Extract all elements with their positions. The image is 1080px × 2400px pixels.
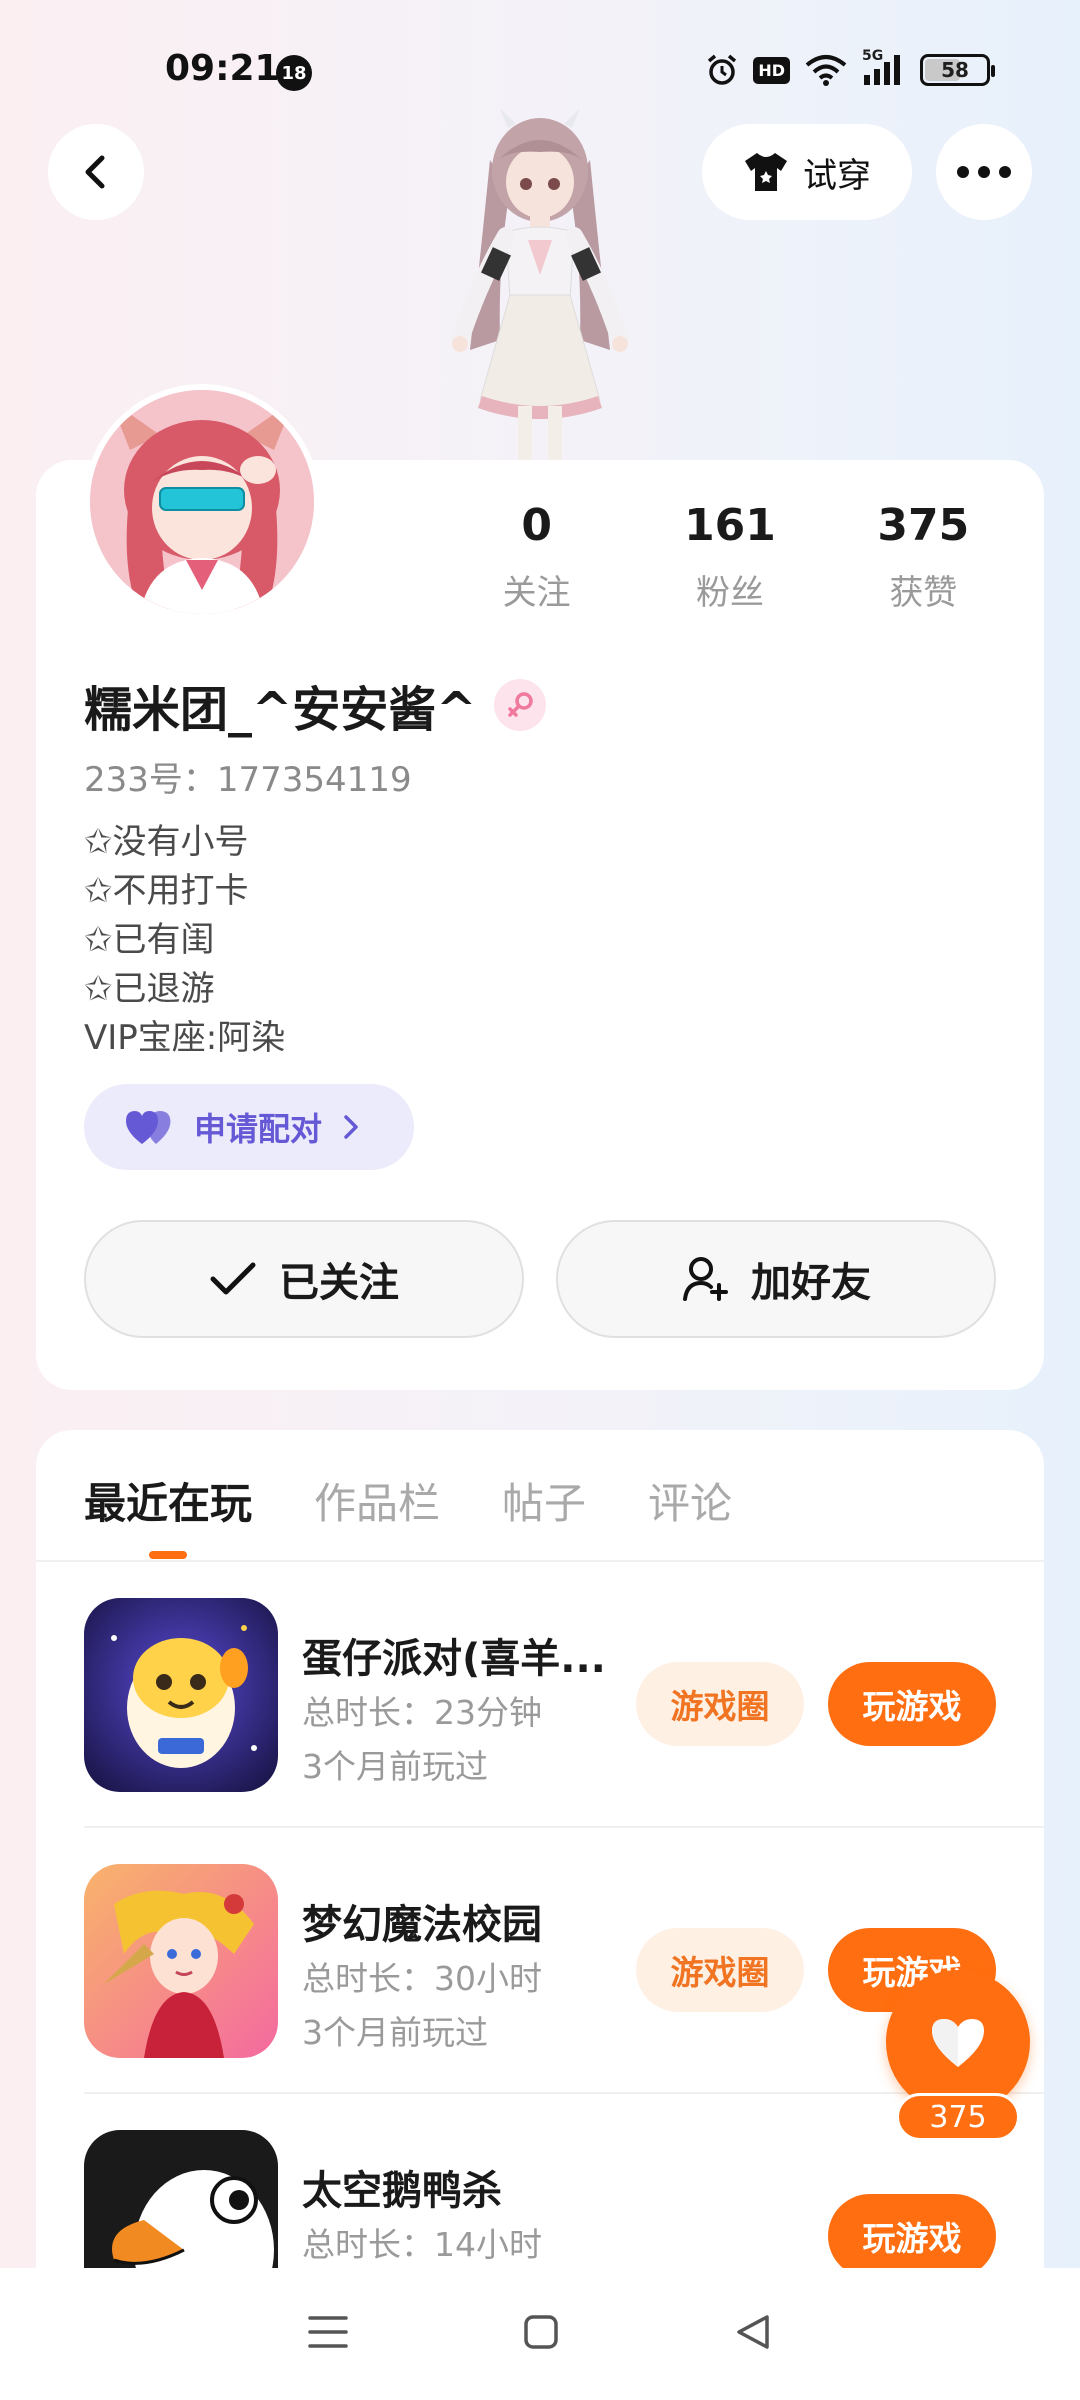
nickname: 糯米团_^安安酱^ xyxy=(84,682,477,738)
profile-stats: 0 关注 161 粉丝 375 获赞 xyxy=(440,500,1020,614)
stat-number: 0 xyxy=(521,500,552,551)
bio-line: ✩没有小号 xyxy=(84,822,249,862)
stat-following[interactable]: 0 关注 xyxy=(440,500,633,614)
double-heart-icon xyxy=(126,1111,171,1144)
stat-number: 161 xyxy=(684,500,776,551)
tab-label: 作品栏 xyxy=(314,1479,441,1528)
game-list-item[interactable]: 蛋仔派对(喜羊... 总时长：23分钟 3个月前玩过 游戏圈 玩游戏 xyxy=(84,1562,1044,1828)
status-icons: HD 5G 58 xyxy=(705,48,995,88)
game-circle-button[interactable]: 游戏圈 xyxy=(636,1662,804,1746)
tab-label: 帖子 xyxy=(502,1479,587,1528)
hd-icon: HD xyxy=(753,52,790,88)
bio-line: VIP宝座:阿染 xyxy=(84,1018,286,1058)
avatar[interactable] xyxy=(84,384,320,620)
status-time: 09:21 xyxy=(165,48,280,89)
female-gender-icon xyxy=(494,679,547,731)
add-friend-label: 加好友 xyxy=(751,1260,871,1306)
bio-line: ✩已退游 xyxy=(84,969,215,1009)
try-on-label: 试穿 xyxy=(803,155,871,196)
alarm-icon xyxy=(705,52,739,88)
chevron-left-icon xyxy=(85,155,105,189)
tshirt-icon xyxy=(745,153,787,191)
apply-pair-label: 申请配对 xyxy=(194,1110,323,1148)
try-on-button[interactable]: 试穿 xyxy=(702,124,912,220)
user-id: 233号：177354119 xyxy=(84,760,412,800)
game-duration: 总时长：23分钟 xyxy=(302,1693,542,1732)
tab-posts[interactable]: 帖子 xyxy=(502,1470,586,1559)
nickname-row: 糯米团_^安安酱^ xyxy=(84,670,547,740)
tab-works[interactable]: 作品栏 xyxy=(314,1470,440,1559)
tab-comments[interactable]: 评论 xyxy=(648,1470,732,1559)
profile-tabs: 最近在玩 作品栏 帖子 评论 xyxy=(84,1470,732,1559)
bio-line: ✩已有闺 xyxy=(84,920,215,960)
play-game-button[interactable]: 玩游戏 xyxy=(828,1662,996,1746)
tab-active-indicator xyxy=(149,1551,187,1559)
game-icon-eggy-party[interactable] xyxy=(84,1598,278,1792)
stat-label: 粉丝 xyxy=(695,573,764,613)
system-nav-bar xyxy=(0,2268,1080,2400)
stat-followers[interactable]: 161 粉丝 xyxy=(633,500,826,614)
wifi-icon xyxy=(804,52,848,88)
back-triangle-icon[interactable] xyxy=(734,2313,772,2355)
stat-likes[interactable]: 375 获赞 xyxy=(827,500,1020,614)
stat-label: 关注 xyxy=(502,573,571,613)
game-circle-button[interactable]: 游戏圈 xyxy=(636,1928,804,2012)
apply-pair-button[interactable]: 申请配对 xyxy=(84,1084,414,1170)
tab-recent-play[interactable]: 最近在玩 xyxy=(84,1470,252,1559)
menu-icon[interactable] xyxy=(307,2314,348,2354)
game-last-played: 3个月前玩过 xyxy=(302,1747,488,1786)
chevron-right-icon xyxy=(344,1115,358,1139)
game-icon-magic-school[interactable] xyxy=(84,1864,278,2058)
heart-icon xyxy=(932,2019,984,2067)
bio: ✩没有小号 ✩不用打卡 ✩已有闺 ✩已退游 VIP宝座:阿染 xyxy=(84,818,285,1063)
game-duration: 总时长：30小时 xyxy=(302,1959,542,1998)
stat-label: 获赞 xyxy=(889,573,958,613)
add-friend-button[interactable]: 加好友 xyxy=(556,1220,996,1338)
add-user-icon xyxy=(683,1257,728,1301)
stat-number: 375 xyxy=(877,500,970,551)
game-title: 太空鹅鸭杀 xyxy=(302,2168,502,2214)
more-button[interactable] xyxy=(936,124,1032,220)
checkmark-icon xyxy=(210,1262,256,1295)
content-card: 最近在玩 作品栏 帖子 评论 蛋仔派对(喜羊... 总时长：23分钟 3个月前玩… xyxy=(36,1430,1044,2330)
battery-icon: 58 xyxy=(920,52,995,88)
followed-button[interactable]: 已关注 xyxy=(84,1220,524,1338)
back-button[interactable] xyxy=(48,124,144,220)
play-game-button[interactable]: 玩游戏 xyxy=(828,2194,996,2278)
game-last-played: 3个月前玩过 xyxy=(302,2013,488,2052)
game-title: 梦幻魔法校园 xyxy=(302,1902,542,1948)
tab-label: 评论 xyxy=(648,1479,733,1528)
signal-icon: 5G xyxy=(862,48,906,88)
bio-line: ✩不用打卡 xyxy=(84,871,249,911)
avatar-figure[interactable] xyxy=(420,100,660,470)
game-title: 蛋仔派对(喜羊... xyxy=(302,1636,606,1682)
like-count-badge: 375 xyxy=(896,2093,1020,2141)
tab-label: 最近在玩 xyxy=(84,1479,253,1528)
more-dots-icon xyxy=(957,166,1011,178)
notification-count-badge: 18 xyxy=(276,55,312,91)
followed-label: 已关注 xyxy=(279,1260,399,1306)
game-duration: 总时长：14小时 xyxy=(302,2225,542,2264)
home-icon[interactable] xyxy=(523,2314,559,2354)
